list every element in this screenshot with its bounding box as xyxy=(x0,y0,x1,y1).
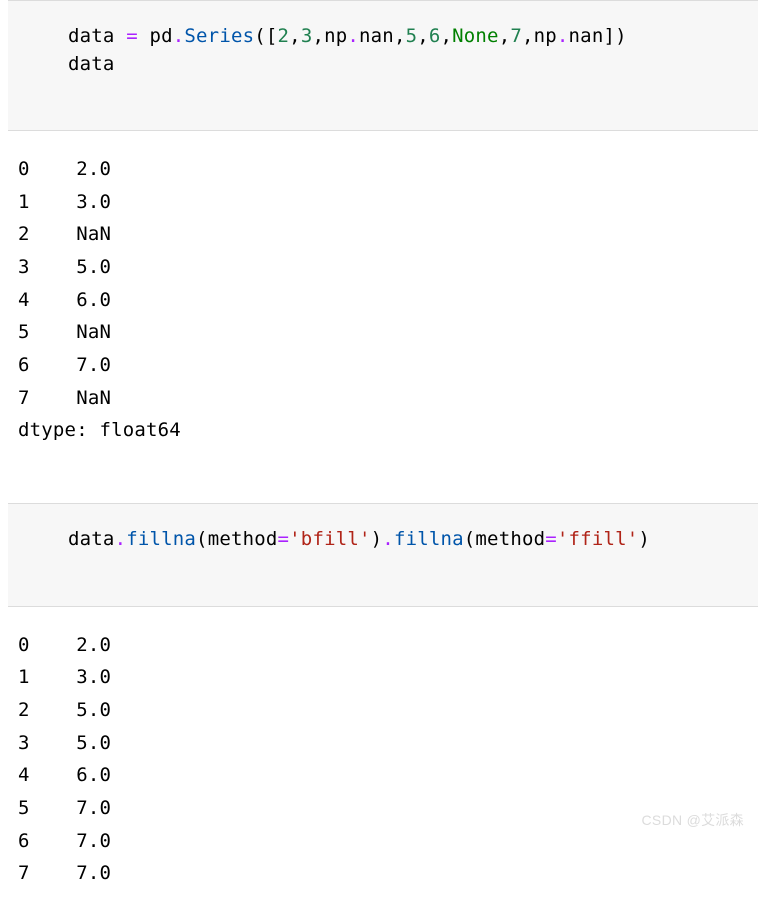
code-token: 'bfill' xyxy=(289,528,370,550)
code-token: ) xyxy=(638,528,650,550)
code-token: nan xyxy=(569,25,604,47)
code-token: ) xyxy=(371,528,383,550)
code-token: 5 xyxy=(406,25,418,47)
code-token: . xyxy=(347,25,359,47)
code-token xyxy=(115,25,127,47)
code-token: 3 xyxy=(301,25,313,47)
code-token: ] xyxy=(603,25,615,47)
code-token: ( xyxy=(464,528,476,550)
code-token: , xyxy=(499,25,511,47)
code-token: , xyxy=(441,25,453,47)
code-token: , xyxy=(394,25,406,47)
code-token: fillna xyxy=(126,528,196,550)
code-token: pd xyxy=(149,25,172,47)
code-token: method xyxy=(208,528,278,550)
code-cell-output: 0 2.0 1 3.0 2 5.0 3 5.0 4 6.0 5 7.0 6 7.… xyxy=(0,607,766,906)
code-token: np xyxy=(324,25,347,47)
code-token: , xyxy=(289,25,301,47)
code-cell-output: 0 2.0 1 3.0 2 NaN 3 5.0 4 6.0 5 NaN 6 7.… xyxy=(0,131,766,463)
code-token: np xyxy=(534,25,557,47)
code-token: method xyxy=(475,528,545,550)
code-token: None xyxy=(452,25,499,47)
code-token: . xyxy=(173,25,185,47)
code-token: 2 xyxy=(278,25,290,47)
code-token: . xyxy=(382,528,394,550)
code-token: 'ffill' xyxy=(557,528,638,550)
code-token: ( xyxy=(254,25,266,47)
code-token: data xyxy=(68,53,115,75)
code-token: . xyxy=(115,528,127,550)
code-token: , xyxy=(417,25,429,47)
code-token: ( xyxy=(196,528,208,550)
code-token xyxy=(138,25,150,47)
code-cell-input[interactable]: data.fillna(method='bfill').fillna(metho… xyxy=(8,503,758,607)
code-token: 7 xyxy=(510,25,522,47)
code-token: = xyxy=(545,528,557,550)
code-token: [ xyxy=(266,25,278,47)
code-token: Series xyxy=(184,25,254,47)
code-token: fillna xyxy=(394,528,464,550)
code-token: nan xyxy=(359,25,394,47)
code-token: = xyxy=(278,528,290,550)
spacer xyxy=(0,463,766,503)
code-token: , xyxy=(312,25,324,47)
code-token: data xyxy=(68,25,115,47)
code-token: 6 xyxy=(429,25,441,47)
code-token: ) xyxy=(615,25,627,47)
code-token: = xyxy=(126,25,138,47)
code-content: data = pd.Series([2,3,np.nan,5,6,None,7,… xyxy=(68,23,740,78)
code-token: . xyxy=(557,25,569,47)
code-content: data.fillna(method='bfill').fillna(metho… xyxy=(68,526,740,554)
code-cell-input[interactable]: data = pd.Series([2,3,np.nan,5,6,None,7,… xyxy=(8,0,758,131)
code-token: , xyxy=(522,25,534,47)
code-token: data xyxy=(68,528,115,550)
